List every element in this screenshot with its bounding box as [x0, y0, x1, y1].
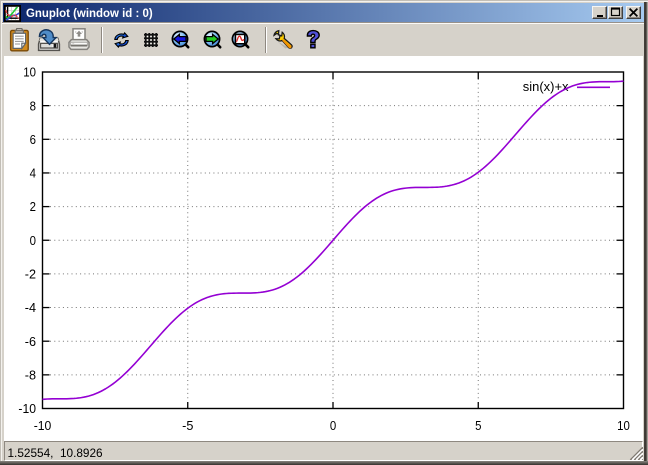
svg-text:6: 6: [30, 132, 36, 147]
svg-text:8: 8: [30, 98, 36, 113]
svg-text:2: 2: [30, 199, 36, 214]
svg-text:-10: -10: [34, 418, 52, 433]
svg-text:0: 0: [330, 418, 336, 433]
svg-text:0: 0: [30, 233, 36, 248]
svg-text:-2: -2: [25, 267, 36, 282]
svg-text:-5: -5: [182, 418, 193, 433]
svg-text:4: 4: [30, 166, 36, 181]
svg-text:-6: -6: [25, 334, 36, 349]
svg-text:-4: -4: [25, 300, 36, 315]
svg-text:-8: -8: [25, 367, 36, 382]
svg-text:5: 5: [475, 418, 481, 433]
svg-text:sin(x)+x: sin(x)+x: [523, 79, 569, 94]
svg-text:10: 10: [617, 418, 630, 433]
svg-text:-10: -10: [18, 401, 36, 416]
svg-text:10: 10: [23, 65, 36, 80]
